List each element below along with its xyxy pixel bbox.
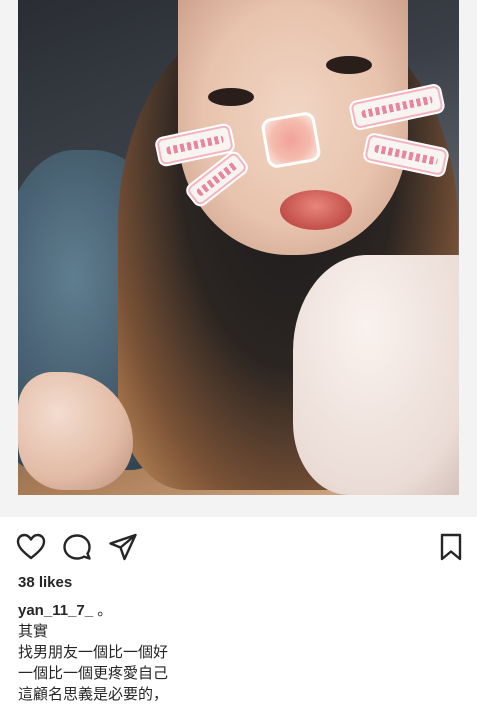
post-caption: yan_11_7_ 。 其實 找男朋友一個比一個好 一個比一個更疼愛自己 這顧名… — [18, 600, 458, 705]
caption-line: 其實 — [18, 623, 49, 640]
heart-icon — [16, 533, 46, 560]
share-button[interactable] — [108, 532, 138, 562]
caption-line: 一個比一個更疼愛自己 — [18, 665, 169, 682]
photo-eye-left — [208, 88, 254, 106]
nose-sticker — [260, 110, 322, 170]
caption-username[interactable]: yan_11_7_ — [18, 602, 93, 619]
post-photo[interactable] — [18, 0, 459, 495]
save-button[interactable] — [436, 532, 466, 562]
bookmark-icon — [440, 533, 462, 561]
caption-suffix: 。 — [93, 602, 113, 619]
photo-lips — [280, 190, 352, 230]
like-button[interactable] — [16, 532, 46, 562]
caption-first-line: yan_11_7_ 。 — [18, 600, 458, 621]
share-icon — [109, 533, 137, 561]
comment-icon — [63, 534, 91, 560]
caption-line: 找男朋友一個比一個好 — [18, 644, 169, 661]
post-actions-bar — [0, 530, 477, 564]
photo-eye-right — [326, 56, 372, 74]
caption-line: 這顧名思義是必要的， — [18, 686, 169, 703]
comment-button[interactable] — [62, 532, 92, 562]
likes-count[interactable]: 38 likes — [18, 574, 72, 591]
photo-hood — [293, 255, 459, 495]
post-photo-frame — [0, 0, 477, 517]
